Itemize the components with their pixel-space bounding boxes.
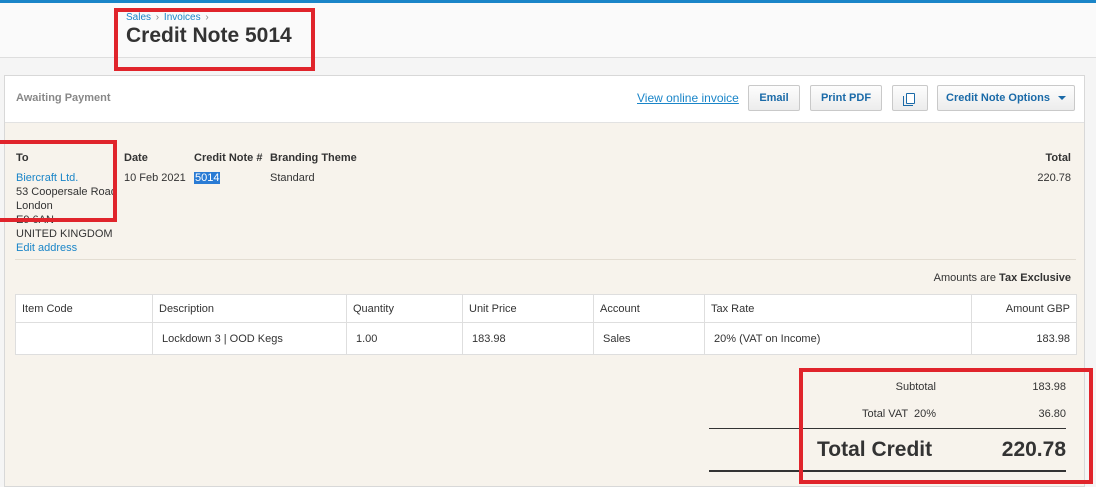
table-header-row: Item Code Description Quantity Unit Pric… [15,294,1077,323]
to-label: To [16,152,29,164]
total-value: 220.78 [1037,172,1071,184]
total-label: Total [1045,152,1071,164]
status-label: Awaiting Payment [16,92,111,104]
selected-number-text: 5014 [194,172,221,184]
credit-note-number-value[interactable]: 5014 [194,172,221,184]
contact-name-link[interactable]: Biercraft Ltd. [16,172,78,184]
page-header: Sales › Invoices › Credit Note 5014 [0,3,1096,58]
breadcrumb: Sales › Invoices › [126,12,211,23]
column-header: Quantity [346,294,463,323]
credit-note-panel: Awaiting Payment View online invoice Ema… [4,75,1085,487]
amounts-note-mode: Tax Exclusive [999,272,1071,284]
unit-price-cell: 183.98 [462,322,594,355]
description-cell: Lockdown 3 | OOD Kegs [152,322,347,355]
credit-note-options-button[interactable]: Credit Note Options [937,85,1075,111]
print-pdf-button[interactable]: Print PDF [810,85,882,111]
address-line-2: London [16,200,53,212]
branding-theme-value: Standard [270,172,315,184]
item-code-cell [15,322,153,355]
total-credit-value: 220.78 [1001,438,1066,461]
credit-note-options-label: Credit Note Options [946,92,1050,104]
total-credit-label: Total Credit [817,438,933,461]
vat-label: Total VAT 20% [862,408,936,420]
date-label: Date [124,152,148,164]
credit-note-number-label: Credit Note # [194,152,263,164]
totals-rule-bottom [709,470,1066,472]
address-line-4: UNITED KINGDOM [16,228,113,240]
action-bar: Awaiting Payment View online invoice Ema… [5,76,1084,123]
quantity-cell: 1.00 [346,322,463,355]
line-items-table: Item Code Description Quantity Unit Pric… [15,294,1077,355]
column-header: Account [593,294,705,323]
page-title: Credit Note 5014 [126,24,292,47]
subtotal-label: Subtotal [895,381,936,393]
column-header: Unit Price [462,294,594,323]
details-divider [15,259,1076,260]
breadcrumb-separator: › [205,12,209,23]
branding-theme-label: Branding Theme [270,152,357,164]
amounts-note-prefix: Amounts are [933,272,996,284]
breadcrumb-sales[interactable]: Sales [126,12,151,23]
account-cell: Sales [593,322,705,355]
column-header: Description [152,294,347,323]
totals-rule-top [709,428,1066,429]
view-online-invoice-link[interactable]: View online invoice [637,91,739,105]
date-value: 10 Feb 2021 [124,172,186,184]
column-header: Amount GBP [971,294,1077,323]
column-header: Item Code [15,294,153,323]
table-row[interactable]: Lockdown 3 | OOD Kegs 1.00 183.98 Sales … [15,322,1077,355]
address-line-3: E9 6AN [16,214,54,226]
copy-icon [902,92,915,106]
chevron-down-icon [1057,96,1066,100]
tax-rate-cell: 20% (VAT on Income) [704,322,972,355]
copy-button[interactable] [892,85,928,111]
vat-value: 36.80 [1038,408,1066,420]
column-header: Tax Rate [704,294,972,323]
address-line-1: 53 Coopersale Road [16,186,117,198]
amount-cell: 183.98 [971,322,1077,355]
email-button[interactable]: Email [748,85,800,111]
edit-address-link[interactable]: Edit address [16,242,77,254]
breadcrumb-separator: › [155,12,160,23]
breadcrumb-invoices[interactable]: Invoices [164,12,201,23]
amounts-note: Amounts are Tax Exclusive [934,272,1071,284]
subtotal-value: 183.98 [1032,381,1066,393]
